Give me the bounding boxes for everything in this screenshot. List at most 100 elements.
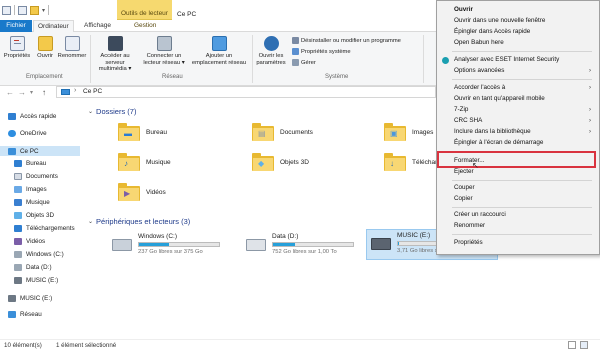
folder-tile-videos[interactable]: ▶ Vidéos (118, 183, 166, 201)
folder-tile-music[interactable]: ♪ Musique (118, 153, 171, 171)
sidebar-item-videos[interactable]: Vidéos (14, 236, 45, 246)
media-server-button[interactable]: Accéder au serveur multimédia ▾ (92, 34, 138, 73)
sidebar-item-pictures[interactable]: Images (14, 184, 47, 194)
back-icon[interactable]: ← (6, 88, 14, 97)
sidebar-item-documents[interactable]: Documents (14, 171, 58, 181)
address-bar[interactable]: › Ce PC (56, 86, 436, 98)
menu-item-properties[interactable]: Propriétés (437, 238, 599, 248)
forward-icon[interactable]: → (18, 88, 26, 97)
document-icon (14, 172, 22, 180)
sidebar-item-music-e[interactable]: MUSIC (E:) (8, 293, 52, 303)
drives-section-title: Périphériques et lecteurs (3) (96, 217, 191, 226)
menu-item-7zip[interactable]: 7-Zip › (437, 105, 599, 115)
menu-item-eject[interactable]: Éjecter (437, 167, 599, 177)
group-system-label: Système (325, 74, 349, 80)
sidebar-item-3d-objects[interactable]: Objets 3D (14, 210, 54, 220)
menu-item-copy[interactable]: Copier (437, 194, 599, 204)
sidebar-item-label: Objets 3D (26, 211, 54, 219)
folder-tile-desktop[interactable]: ▬ Bureau (118, 123, 167, 141)
rename-button[interactable]: Renommer (56, 34, 88, 60)
menu-separator (452, 51, 592, 52)
uninstall-program-button[interactable]: Désinstaller ou modifier un programme (292, 37, 401, 44)
menu-item-open-new-window[interactable]: Ouvrir dans une nouvelle fenêtre (437, 16, 599, 26)
menu-item-open-babun[interactable]: Open Babun here (437, 38, 599, 48)
folder-icon: ↓ (384, 153, 406, 171)
computer-icon (8, 147, 16, 155)
system-properties-button[interactable]: Propriétés système (292, 48, 351, 55)
folder-tile-pictures[interactable]: ▣ Images (384, 123, 433, 141)
group-location-label: Emplacement (26, 74, 63, 80)
menu-item-include-library[interactable]: Inclure dans la bibliothèque › (437, 127, 599, 137)
drive-tile-data-d[interactable]: Data (D:) 752 Go libres sur 1,00 To (242, 231, 372, 259)
map-drive-label-2: lecteur réseau ▾ (143, 59, 185, 66)
menu-item-give-access[interactable]: Accorder l'accès à › (437, 83, 599, 93)
sidebar-item-onedrive[interactable]: OneDrive (8, 128, 47, 138)
menu-item-open[interactable]: Ouvrir (437, 5, 599, 15)
menu-item-create-shortcut[interactable]: Créer un raccourci (437, 210, 599, 220)
folder-open-icon (37, 36, 53, 51)
recent-locations-icon[interactable]: ▾ (30, 89, 33, 96)
sidebar-item-windows-c[interactable]: Windows (C:) (14, 249, 64, 259)
gear-icon (263, 36, 279, 51)
menu-item-open-as-mobile[interactable]: Ouvrir en tant qu'appareil mobile (437, 94, 599, 104)
sidebar-item-network[interactable]: Réseau (8, 309, 42, 319)
folder-label: Vidéos (146, 188, 166, 196)
sidebar-item-music-e-sub[interactable]: MUSIC (E:) (14, 275, 58, 285)
folder-label: Documents (280, 128, 313, 136)
drive-usage-bar (138, 242, 220, 247)
sidebar-item-label: Musique (26, 198, 50, 206)
sidebar-item-quick-access[interactable]: Accès rapide (8, 111, 56, 121)
windows-drive-icon (112, 239, 132, 251)
new-folder-icon[interactable] (30, 5, 39, 15)
drive-free-space: 752 Go libres sur 1,00 To (272, 249, 337, 255)
add-network-location-button[interactable]: Ajouter un emplacement réseau (190, 34, 248, 66)
drive-free-space: 237 Go libres sur 375 Go (138, 249, 203, 255)
menu-item-pin-start[interactable]: Épingler à l'écran de démarrage (437, 138, 599, 148)
menu-item-eset-scan[interactable]: Analyser avec ESET Internet Security (437, 55, 599, 65)
network-drive-icon (156, 36, 172, 51)
map-drive-label-1: Connecter un (146, 53, 182, 59)
sidebar-item-data-d[interactable]: Data (D:) (14, 262, 52, 272)
drives-section-header[interactable]: ⌄ Périphériques et lecteurs (3) (88, 217, 190, 226)
menu-separator (452, 180, 592, 181)
properties-button[interactable]: Propriétés (2, 34, 32, 60)
drive-tile-windows-c[interactable]: Windows (C:) 237 Go libres sur 375 Go (108, 231, 238, 259)
media-server-label-1: Accéder au serveur (100, 53, 130, 66)
tab-view[interactable]: Affichage (80, 20, 115, 32)
sidebar-item-this-pc[interactable]: Ce PC (0, 146, 80, 156)
menu-item-advanced-options[interactable]: Options avancées › (437, 66, 599, 76)
tab-manage[interactable]: Gestion (130, 20, 160, 32)
menu-item-rename[interactable]: Renommer (437, 221, 599, 231)
app-icon (2, 5, 11, 15)
properties-icon[interactable] (18, 5, 27, 15)
submenu-arrow-icon: › (589, 107, 591, 113)
up-icon[interactable]: ↑ (42, 88, 46, 97)
qat-dropdown-icon[interactable]: ▾ (42, 7, 45, 14)
chevron-down-icon: ⌄ (88, 219, 94, 225)
map-network-drive-button[interactable]: Connecter un lecteur réseau ▾ (141, 34, 187, 66)
menu-item-crc-sha[interactable]: CRC SHA › (437, 116, 599, 126)
settings-label-2: paramètres (256, 59, 286, 66)
chevron-right-icon[interactable]: › (74, 87, 76, 94)
tab-computer[interactable]: Ordinateur (33, 20, 74, 32)
folder-tile-documents[interactable]: ▤ Documents (252, 123, 313, 141)
picture-icon (14, 185, 22, 193)
sidebar-item-music[interactable]: Musique (14, 197, 50, 207)
tiles-view-icon[interactable] (580, 341, 588, 349)
details-view-icon[interactable] (568, 341, 576, 349)
sidebar-item-desktop[interactable]: Bureau (14, 158, 46, 168)
menu-item-pin-quick-access[interactable]: Épingler dans Accès rapide (437, 27, 599, 37)
sidebar-item-label: Data (D:) (26, 263, 52, 271)
drive-name: Windows (C:) (138, 233, 178, 240)
tab-file[interactable]: Fichier (0, 20, 32, 32)
sidebar-item-downloads[interactable]: Téléchargements (14, 223, 75, 233)
manage-button[interactable]: Gérer (292, 59, 316, 66)
window-title: Ce PC (177, 11, 197, 18)
open-button[interactable]: Ouvrir (33, 34, 57, 60)
folder-tile-3d-objects[interactable]: ◆ Objets 3D (252, 153, 309, 171)
folders-section-header[interactable]: ⌄ Dossiers (7) (88, 107, 136, 116)
ribbon-separator (90, 35, 91, 83)
menu-item-cut[interactable]: Couper (437, 183, 599, 193)
open-settings-button[interactable]: Ouvrir les paramètres (254, 34, 288, 66)
drive-name: Data (D:) (272, 233, 299, 240)
